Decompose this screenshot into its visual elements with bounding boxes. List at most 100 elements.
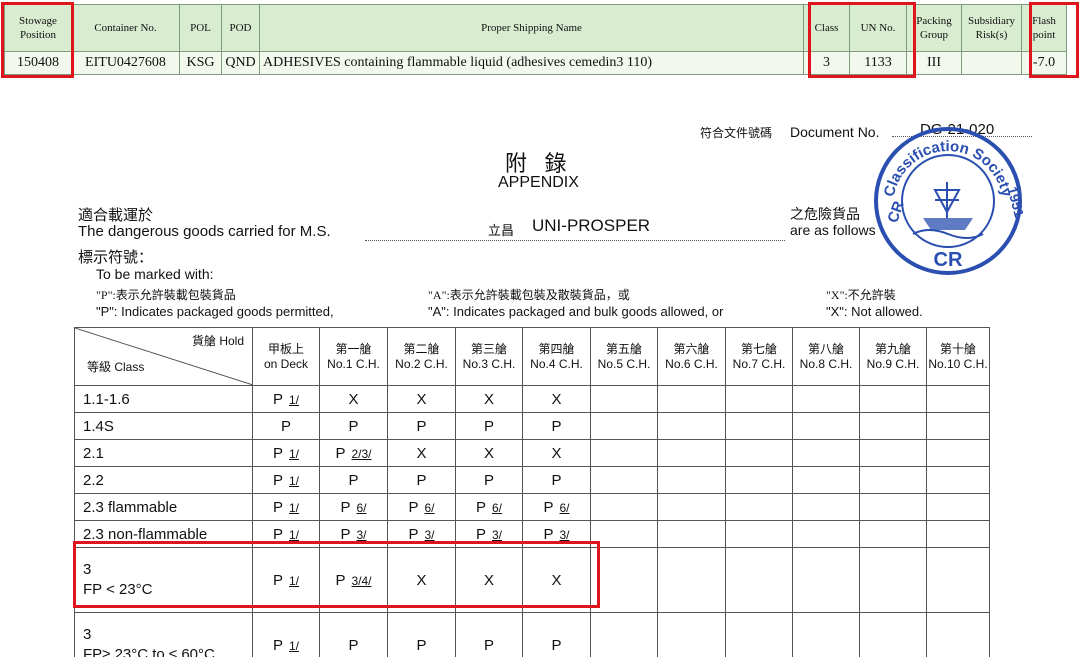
permission-mark: P xyxy=(272,498,283,516)
permission-mark: X xyxy=(416,444,427,462)
permission-mark: X xyxy=(483,444,494,462)
permission-footnote: 2/3/ xyxy=(351,446,372,461)
value-packing-group: III xyxy=(906,51,962,75)
permission-cell: P 2/3/ xyxy=(319,439,388,467)
permission-mark: P xyxy=(335,571,346,589)
permission-cell xyxy=(792,520,860,548)
permission-cell xyxy=(590,385,658,413)
permission-mark: P xyxy=(280,417,291,435)
permission-mark: P xyxy=(340,498,351,516)
permission-cell xyxy=(926,612,990,657)
permission-cell xyxy=(926,547,990,613)
permission-footnote: 3/4/ xyxy=(351,573,372,588)
permission-cell xyxy=(859,466,927,494)
permission-cell xyxy=(725,466,793,494)
header-stowage-position: Stowage Position xyxy=(4,4,72,52)
class-label: 3 xyxy=(83,626,92,643)
permission-cell: P 6/ xyxy=(319,493,388,521)
stamp-bottom-text: CR xyxy=(934,249,963,271)
permission-footnote: 1/ xyxy=(289,527,300,542)
permission-cell: P xyxy=(252,412,320,440)
class-hold-table: 貨艙 Hold 等級 Class 甲板上 on Deck 第一艙 No.1 C.H. 第二艙… xyxy=(74,327,990,657)
permission-cell: P 6/ xyxy=(387,493,456,521)
hold-column-header-en: No.7 C.H. xyxy=(732,356,786,371)
permission-cell: P 1/ xyxy=(252,612,320,657)
permission-mark: P xyxy=(348,471,359,489)
legend-a-zh: "A":表示允許裝載包裝及散裝貨品，或 xyxy=(428,288,630,302)
permission-cell: P xyxy=(319,466,388,494)
permission-mark: P xyxy=(543,525,554,543)
permission-cell xyxy=(725,493,793,521)
hold-column-header-en: No.6 C.H. xyxy=(665,356,718,371)
permission-cell xyxy=(926,466,990,494)
hold-column-header: 第七艙 No.7 C.H. xyxy=(725,327,793,386)
permission-cell xyxy=(590,520,658,548)
corner-class-label: 等級 Class xyxy=(87,360,145,374)
hold-column-header: 第一艙 No.1 C.H. xyxy=(319,327,388,386)
hold-column-header: 第六艙 No.6 C.H. xyxy=(657,327,726,386)
permission-cell xyxy=(859,412,927,440)
permission-cell: P 1/ xyxy=(252,385,320,413)
permission-cell xyxy=(859,385,927,413)
permission-footnote: 3/ xyxy=(424,527,435,542)
value-subsidiary-risks xyxy=(961,51,1022,75)
permission-mark: P xyxy=(475,498,486,516)
permission-cell: P xyxy=(387,412,456,440)
permission-cell xyxy=(859,547,927,613)
marking-zh: 標示符號： xyxy=(78,250,154,266)
permission-cell: P 1/ xyxy=(252,520,320,548)
legend-x: "X": Not allowed. xyxy=(826,304,923,319)
permission-cell: P xyxy=(455,412,523,440)
header-pod: POD xyxy=(221,4,260,52)
hold-column-header-en: No.4 C.H. xyxy=(530,356,583,371)
permission-cell xyxy=(792,412,860,440)
permission-mark: P xyxy=(408,498,419,516)
permission-cell: P xyxy=(522,612,591,657)
ship-name: UNI-PROSPER xyxy=(532,216,651,235)
permission-cell xyxy=(590,439,658,467)
permission-mark: P xyxy=(551,417,562,435)
class-label: FP < 23°C xyxy=(83,581,153,598)
header-packing-group: Packing Group xyxy=(906,4,962,52)
permission-cell xyxy=(926,439,990,467)
permission-cell xyxy=(859,612,927,657)
follows-zh: 之危險貨品 xyxy=(790,208,860,223)
header-container-no: Container No. xyxy=(71,4,180,52)
permission-cell: X xyxy=(387,439,456,467)
permission-cell: P xyxy=(455,466,523,494)
class-table-header-row: 貨艙 Hold 等級 Class 甲板上 on Deck 第一艙 No.1 C.H. 第二艙… xyxy=(74,327,990,386)
permission-cell: P xyxy=(319,612,388,657)
stamp-year: 1951 xyxy=(1004,185,1023,219)
permission-cell: X xyxy=(522,385,591,413)
permission-cell: P xyxy=(455,612,523,657)
permission-cell: P 1/ xyxy=(252,466,320,494)
permission-mark: P xyxy=(483,417,494,435)
header-proper-shipping-name: Proper Shipping Name xyxy=(259,4,804,52)
permission-footnote: 1/ xyxy=(289,392,300,407)
class-table-row: 2.1 P 1/P 2/3/X X X xyxy=(74,439,990,467)
class-label-cell: 3 FP < 23°C xyxy=(74,547,253,613)
permission-mark: P xyxy=(272,471,283,489)
permission-cell xyxy=(657,612,726,657)
permission-cell: P 6/ xyxy=(522,493,591,521)
class-table-row: 2.2 P 1/P P P P xyxy=(74,466,990,494)
permission-cell xyxy=(590,547,658,613)
permission-footnote: 6/ xyxy=(559,500,570,515)
value-un-no: 1133 xyxy=(849,51,907,75)
permission-cell: X xyxy=(522,439,591,467)
permission-footnote: 3/ xyxy=(559,527,570,542)
permission-cell xyxy=(657,520,726,548)
hold-column-header-en: on Deck xyxy=(263,356,309,371)
legend-p: "P": Indicates packaged goods permitted, xyxy=(96,304,334,319)
ship-name-zh: 立昌 xyxy=(488,223,515,238)
class-label-cell: 1.4S xyxy=(74,412,253,440)
header-pol: POL xyxy=(179,4,222,52)
permission-mark: X xyxy=(348,390,359,408)
hold-column-header: 第八艙 No.8 C.H. xyxy=(792,327,860,386)
class-table-corner-cell: 貨艙 Hold 等級 Class xyxy=(74,327,253,386)
permission-mark: P xyxy=(335,444,346,462)
hold-column-header-zh: 甲板上 xyxy=(267,341,304,356)
legend-x-zh: "X":不允許裝 xyxy=(826,288,896,302)
permission-cell xyxy=(792,612,860,657)
permission-cell xyxy=(792,385,860,413)
